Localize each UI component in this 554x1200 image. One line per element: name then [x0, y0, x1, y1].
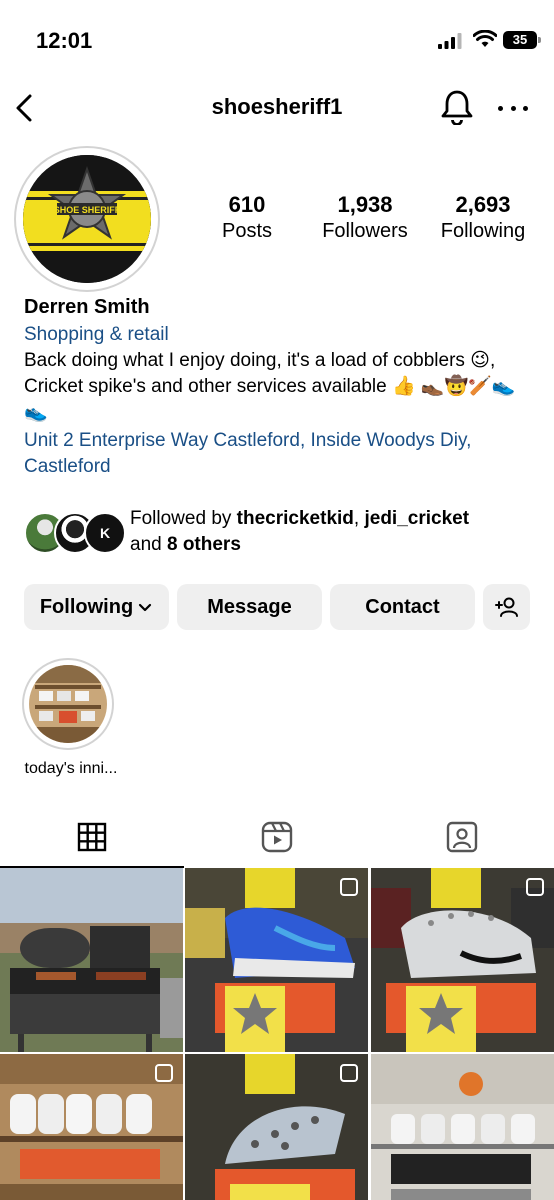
- cellular-signal-icon: [438, 33, 462, 49]
- stat-following[interactable]: 2,693 Following: [428, 192, 538, 244]
- following-label: Following: [440, 220, 526, 242]
- more-options-icon[interactable]: [498, 94, 528, 122]
- profile-name: Derren Smith: [24, 296, 150, 318]
- status-bar: 12:01 35: [0, 0, 554, 80]
- followers-count: 1,938: [337, 192, 393, 217]
- profile-bio-section: Derren Smith Shopping & retail Back doin…: [24, 294, 539, 480]
- tagged-person-icon: [446, 821, 478, 853]
- svg-text:SHOE SHERIFF: SHOE SHERIFF: [54, 205, 121, 215]
- notification-bell-icon[interactable]: [440, 89, 474, 125]
- followed-by-text: Followed by thecricketkid, jedi_cricket …: [130, 508, 470, 555]
- following-button-label: Following: [39, 595, 134, 618]
- post-thumbnail[interactable]: [371, 868, 554, 1052]
- stat-posts[interactable]: 610 Posts: [192, 192, 302, 244]
- following-button[interactable]: Following: [24, 584, 169, 630]
- wifi-icon: [473, 30, 497, 47]
- followed-by-section[interactable]: K Followed by thecricketkid, jedi_cricke…: [24, 506, 539, 562]
- followers-label: Followers: [322, 220, 408, 242]
- multiple-photos-icon: [340, 1064, 358, 1082]
- avatar-image: SHOE SHERIFF: [23, 155, 151, 283]
- status-time: 12:01: [36, 28, 93, 53]
- message-button[interactable]: Message: [177, 584, 322, 630]
- tab-tagged[interactable]: [370, 806, 554, 868]
- chevron-down-icon: [139, 603, 152, 612]
- post-image: [0, 868, 183, 1052]
- follower-avatar: K: [84, 512, 126, 554]
- reels-icon: [261, 821, 293, 853]
- posts-label: Posts: [221, 220, 273, 242]
- contact-button-label: Contact: [365, 595, 440, 618]
- sheriff-badge-logo: SHOE SHERIFF: [23, 155, 151, 283]
- profile-tabs: [0, 806, 554, 868]
- multiple-photos-icon: [526, 878, 544, 896]
- bio-text: Back doing what I enjoy doing, it's a lo…: [24, 350, 516, 423]
- post-image: [185, 868, 368, 1052]
- suggested-people-button[interactable]: [483, 584, 530, 630]
- tab-reels[interactable]: [185, 806, 369, 868]
- following-count: 2,693: [455, 192, 511, 217]
- post-thumbnail[interactable]: [0, 1054, 183, 1200]
- add-person-icon: [494, 597, 518, 617]
- post-image: [371, 1054, 554, 1200]
- highlight-thumbnail: [29, 665, 107, 743]
- battery-icon: 35: [503, 31, 541, 49]
- profile-avatar[interactable]: SHOE SHERIFF: [14, 146, 160, 292]
- profile-category[interactable]: Shopping & retail: [24, 322, 539, 348]
- message-button-label: Message: [207, 595, 292, 618]
- tab-posts-grid[interactable]: [0, 806, 184, 868]
- stat-followers[interactable]: 1,938 Followers: [310, 192, 420, 244]
- multiple-photos-icon: [340, 878, 358, 896]
- post-thumbnail[interactable]: [185, 1054, 368, 1200]
- follower-link[interactable]: jedi_cricket: [364, 508, 469, 529]
- top-nav: shoesheriff1: [0, 80, 554, 136]
- grid-icon: [77, 822, 107, 852]
- story-highlight[interactable]: [22, 658, 114, 750]
- post-thumbnail[interactable]: [0, 868, 183, 1052]
- post-thumbnail[interactable]: [371, 1054, 554, 1200]
- highlight-label: today's inni...: [24, 760, 118, 777]
- others-link[interactable]: 8 others: [167, 534, 241, 555]
- follower-link[interactable]: thecricketkid: [237, 508, 354, 529]
- post-thumbnail[interactable]: [185, 868, 368, 1052]
- posts-count: 610: [228, 192, 266, 217]
- post-image: [371, 868, 554, 1052]
- highlight-cover: [29, 665, 107, 743]
- contact-button[interactable]: Contact: [330, 584, 475, 630]
- multiple-photos-icon: [155, 1064, 173, 1082]
- posts-grid: [0, 868, 554, 1200]
- profile-address-link[interactable]: Unit 2 Enterprise Way Castleford, Inside…: [24, 428, 539, 480]
